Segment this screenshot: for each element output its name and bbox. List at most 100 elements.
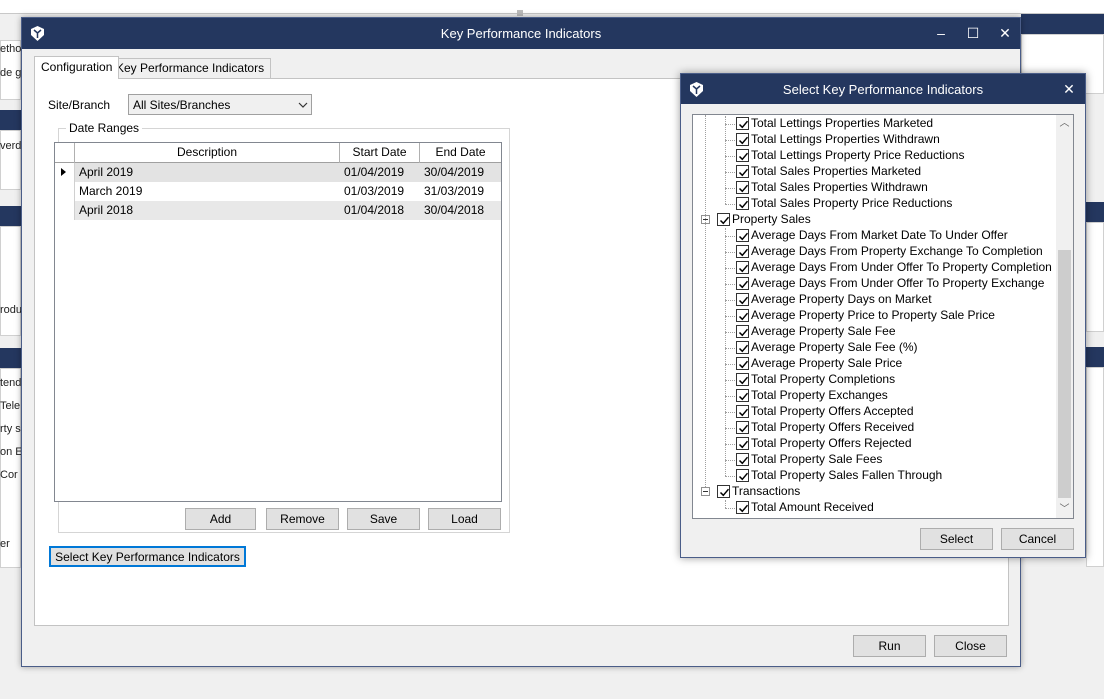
checkbox[interactable] bbox=[736, 181, 749, 194]
cell-end-date[interactable]: 30/04/2018 bbox=[424, 201, 499, 220]
date-ranges-grid[interactable]: Description Start Date End Date April 20… bbox=[54, 142, 502, 502]
add-button[interactable]: Add bbox=[185, 508, 256, 530]
column-header-description[interactable]: Description bbox=[75, 143, 340, 163]
tree-kpi-node[interactable]: Average Property Days on Market bbox=[693, 292, 1057, 308]
popup-close-button[interactable]: ✕ bbox=[1053, 74, 1085, 104]
checkbox[interactable] bbox=[736, 453, 749, 466]
minimize-button[interactable]: – bbox=[925, 18, 957, 49]
checkbox[interactable] bbox=[736, 229, 749, 242]
checkbox[interactable] bbox=[736, 149, 749, 162]
checkbox[interactable] bbox=[736, 405, 749, 418]
cell-description[interactable]: April 2019 bbox=[79, 163, 339, 182]
tree-kpi-node[interactable]: Total Property Offers Received bbox=[693, 420, 1057, 436]
tree-kpi-node[interactable]: Total Lettings Property Price Reductions bbox=[693, 148, 1057, 164]
check-icon bbox=[738, 248, 749, 257]
table-row[interactable]: April 2019 01/04/2019 30/04/2019 bbox=[55, 163, 501, 182]
checkbox[interactable] bbox=[736, 437, 749, 450]
tree-connector bbox=[725, 172, 735, 173]
tree-kpi-node[interactable]: Average Property Price to Property Sale … bbox=[693, 308, 1057, 324]
checkbox[interactable] bbox=[736, 261, 749, 274]
tree-category-node[interactable]: Property Sales bbox=[693, 212, 1057, 228]
tree-node-label: Total Property Sales Fallen Through bbox=[751, 468, 943, 482]
tree-kpi-node[interactable]: Average Property Sale Price bbox=[693, 356, 1057, 372]
tab-key-performance-indicators[interactable]: Key Performance Indicators bbox=[109, 58, 272, 78]
cell-end-date[interactable]: 30/04/2019 bbox=[424, 163, 499, 182]
tree-kpi-node[interactable]: Average Days From Under Offer To Propert… bbox=[693, 276, 1057, 292]
checkbox[interactable] bbox=[736, 245, 749, 258]
tree-kpi-node[interactable]: Total Sales Properties Withdrawn bbox=[693, 180, 1057, 196]
checkbox[interactable] bbox=[736, 165, 749, 178]
checkbox[interactable] bbox=[736, 325, 749, 338]
kpi-tree[interactable]: Total Lettings Properties Marketed Total … bbox=[692, 114, 1074, 519]
cell-description[interactable]: March 2019 bbox=[79, 182, 339, 201]
tree-kpi-node[interactable]: Average Property Sale Fee bbox=[693, 324, 1057, 340]
scroll-up-icon[interactable]: ︿ bbox=[1056, 115, 1073, 132]
checkbox[interactable] bbox=[736, 357, 749, 370]
checkbox[interactable] bbox=[736, 469, 749, 482]
tree-kpi-node[interactable]: Average Days From Under Offer To Propert… bbox=[693, 260, 1057, 276]
tree-kpi-node[interactable]: Total Property Exchanges bbox=[693, 388, 1057, 404]
checkbox[interactable] bbox=[736, 421, 749, 434]
tree-kpi-node[interactable]: Total Lettings Properties Marketed bbox=[693, 116, 1057, 132]
checkbox[interactable] bbox=[736, 389, 749, 402]
checkbox[interactable] bbox=[736, 197, 749, 210]
cancel-button[interactable]: Cancel bbox=[1001, 528, 1074, 550]
row-header[interactable] bbox=[55, 182, 75, 201]
cell-start-date[interactable]: 01/04/2019 bbox=[344, 163, 419, 182]
tree-node-label: Total Amount Received bbox=[751, 500, 874, 514]
tree-kpi-node[interactable]: Total Property Completions bbox=[693, 372, 1057, 388]
cell-start-date[interactable]: 01/03/2019 bbox=[344, 182, 419, 201]
select-kpi-titlebar[interactable]: Select Key Performance Indicators ✕ bbox=[681, 74, 1085, 104]
tree-category-node[interactable]: Transactions bbox=[693, 484, 1057, 500]
close-button[interactable]: Close bbox=[934, 635, 1007, 657]
tree-kpi-node[interactable]: Total Property Offers Accepted bbox=[693, 404, 1057, 420]
tab-configuration[interactable]: Configuration bbox=[34, 56, 120, 79]
table-row[interactable]: March 2019 01/03/2019 31/03/2019 bbox=[55, 182, 501, 201]
tree-kpi-node[interactable]: Average Days From Property Exchange To C… bbox=[693, 244, 1057, 260]
tree-vertical-scrollbar[interactable]: ︿ ﹀ bbox=[1056, 115, 1073, 518]
cell-description[interactable]: April 2018 bbox=[79, 201, 339, 220]
tree-kpi-node[interactable]: Total Property Sale Fees bbox=[693, 452, 1057, 468]
tree-kpi-node[interactable]: Total Sales Properties Marketed bbox=[693, 164, 1057, 180]
site-branch-dropdown[interactable]: All Sites/Branches bbox=[128, 94, 312, 115]
tree-kpi-node[interactable]: Total Amount Received bbox=[693, 500, 1057, 516]
cell-start-date[interactable]: 01/04/2018 bbox=[344, 201, 419, 220]
cell-end-date[interactable]: 31/03/2019 bbox=[424, 182, 499, 201]
column-header-start-date[interactable]: Start Date bbox=[340, 143, 420, 163]
scrollbar-thumb[interactable] bbox=[1058, 250, 1071, 498]
table-row[interactable]: April 2018 01/04/2018 30/04/2018 bbox=[55, 201, 501, 220]
kpi-dialog-titlebar[interactable]: Key Performance Indicators – ☐ ✕ bbox=[22, 18, 1020, 49]
run-button[interactable]: Run bbox=[853, 635, 926, 657]
load-button[interactable]: Load bbox=[428, 508, 501, 530]
checkbox[interactable] bbox=[736, 373, 749, 386]
background-text: er bbox=[0, 538, 10, 550]
checkbox[interactable] bbox=[736, 133, 749, 146]
select-kpi-button[interactable]: Select Key Performance Indicators bbox=[49, 546, 246, 567]
tree-kpi-node[interactable]: Average Days From Market Date To Under O… bbox=[693, 228, 1057, 244]
tree-kpi-node[interactable]: Total Lettings Properties Withdrawn bbox=[693, 132, 1057, 148]
tree-kpi-node[interactable]: Total Property Sales Fallen Through bbox=[693, 468, 1057, 484]
save-button[interactable]: Save bbox=[347, 508, 420, 530]
row-header[interactable] bbox=[55, 163, 75, 182]
tree-kpi-node[interactable]: Total Sales Property Price Reductions bbox=[693, 196, 1057, 212]
remove-button[interactable]: Remove bbox=[266, 508, 339, 530]
checkbox[interactable] bbox=[736, 293, 749, 306]
checkbox[interactable] bbox=[717, 213, 730, 226]
row-header[interactable] bbox=[55, 201, 75, 220]
checkbox[interactable] bbox=[736, 501, 749, 514]
scroll-down-icon[interactable]: ﹀ bbox=[1056, 501, 1073, 518]
checkbox[interactable] bbox=[717, 485, 730, 498]
collapse-toggle-icon[interactable] bbox=[701, 487, 710, 496]
column-header-end-date[interactable]: End Date bbox=[420, 143, 501, 163]
tree-kpi-node[interactable]: Total Property Offers Rejected bbox=[693, 436, 1057, 452]
tree-connector bbox=[725, 236, 735, 237]
checkbox[interactable] bbox=[736, 341, 749, 354]
checkbox[interactable] bbox=[736, 117, 749, 130]
tree-kpi-node[interactable]: Average Property Sale Fee (%) bbox=[693, 340, 1057, 356]
close-window-button[interactable]: ✕ bbox=[989, 18, 1021, 49]
maximize-button[interactable]: ☐ bbox=[957, 18, 989, 49]
select-button[interactable]: Select bbox=[920, 528, 993, 550]
checkbox[interactable] bbox=[736, 309, 749, 322]
select-kpi-dialog: Select Key Performance Indicators ✕ Tota… bbox=[680, 73, 1086, 558]
checkbox[interactable] bbox=[736, 277, 749, 290]
